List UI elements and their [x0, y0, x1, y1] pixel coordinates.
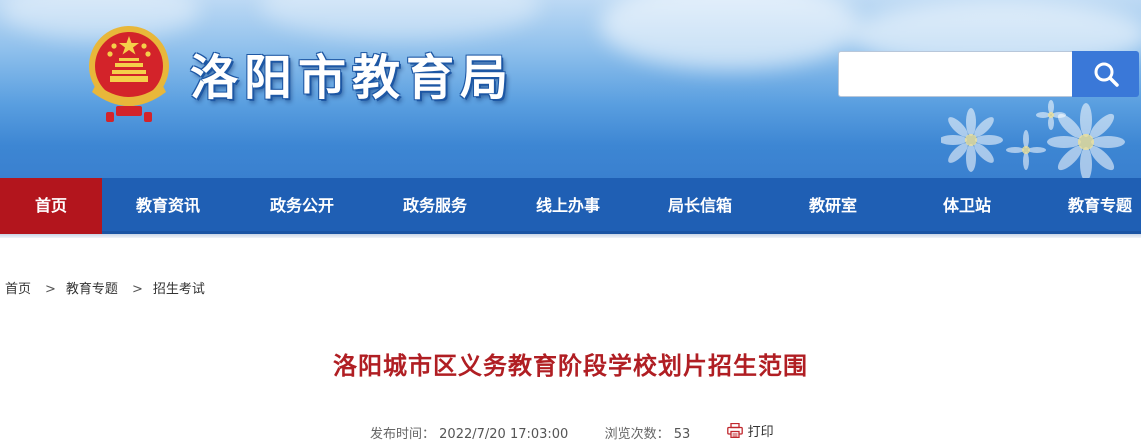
article-meta: 发布时间： 2022/7/20 17:03:00 浏览次数： 53 打印	[370, 421, 774, 442]
publish-time-label: 发布时间：	[370, 427, 436, 442]
national-emblem-icon	[89, 26, 169, 122]
main-nav: 首页 教育资讯 政务公开 政务服务 线上办事 局长信箱 教研室 体卫站 教育专题	[0, 178, 1141, 234]
nav-item-government-services[interactable]: 政务服务	[385, 178, 485, 234]
printer-icon	[726, 423, 743, 438]
breadcrumb: 首页 > 教育专题 > 招生考试	[5, 278, 205, 297]
breadcrumb-separator: >	[45, 282, 56, 297]
print-button[interactable]: 打印	[726, 421, 774, 440]
nav-item-education-news[interactable]: 教育资讯	[118, 178, 218, 234]
article-title: 洛阳城市区义务教育阶段学校划片招生范围	[333, 352, 808, 380]
publish-time-value: 2022/7/20 17:03:00	[439, 427, 569, 442]
nav-item-health-station[interactable]: 体卫站	[917, 178, 1017, 234]
nav-item-teaching-research[interactable]: 教研室	[783, 178, 883, 234]
daisy-decoration	[941, 100, 1125, 178]
view-count-value: 53	[673, 427, 691, 442]
search-button[interactable]	[1072, 51, 1139, 97]
site-title: 洛阳市教育局	[190, 50, 515, 106]
nav-divider	[0, 234, 1141, 238]
print-label: 打印	[747, 425, 774, 440]
view-count-label: 浏览次数：	[604, 427, 670, 442]
nav-item-home[interactable]: 首页	[0, 178, 102, 234]
search-icon	[1094, 62, 1119, 87]
nav-item-government-affairs[interactable]: 政务公开	[252, 178, 352, 234]
nav-item-online-services[interactable]: 线上办事	[518, 178, 618, 234]
breadcrumb-separator: >	[131, 282, 143, 297]
nav-item-director-mailbox[interactable]: 局长信箱	[650, 178, 750, 234]
breadcrumb-enrollment-exams-link[interactable]: 招生考试	[153, 282, 205, 297]
breadcrumb-home-link[interactable]: 首页	[5, 282, 31, 297]
nav-item-education-topics[interactable]: 教育专题	[1050, 178, 1141, 234]
breadcrumb-education-topics-link[interactable]: 教育专题	[66, 282, 118, 297]
search-input[interactable]	[838, 51, 1072, 97]
